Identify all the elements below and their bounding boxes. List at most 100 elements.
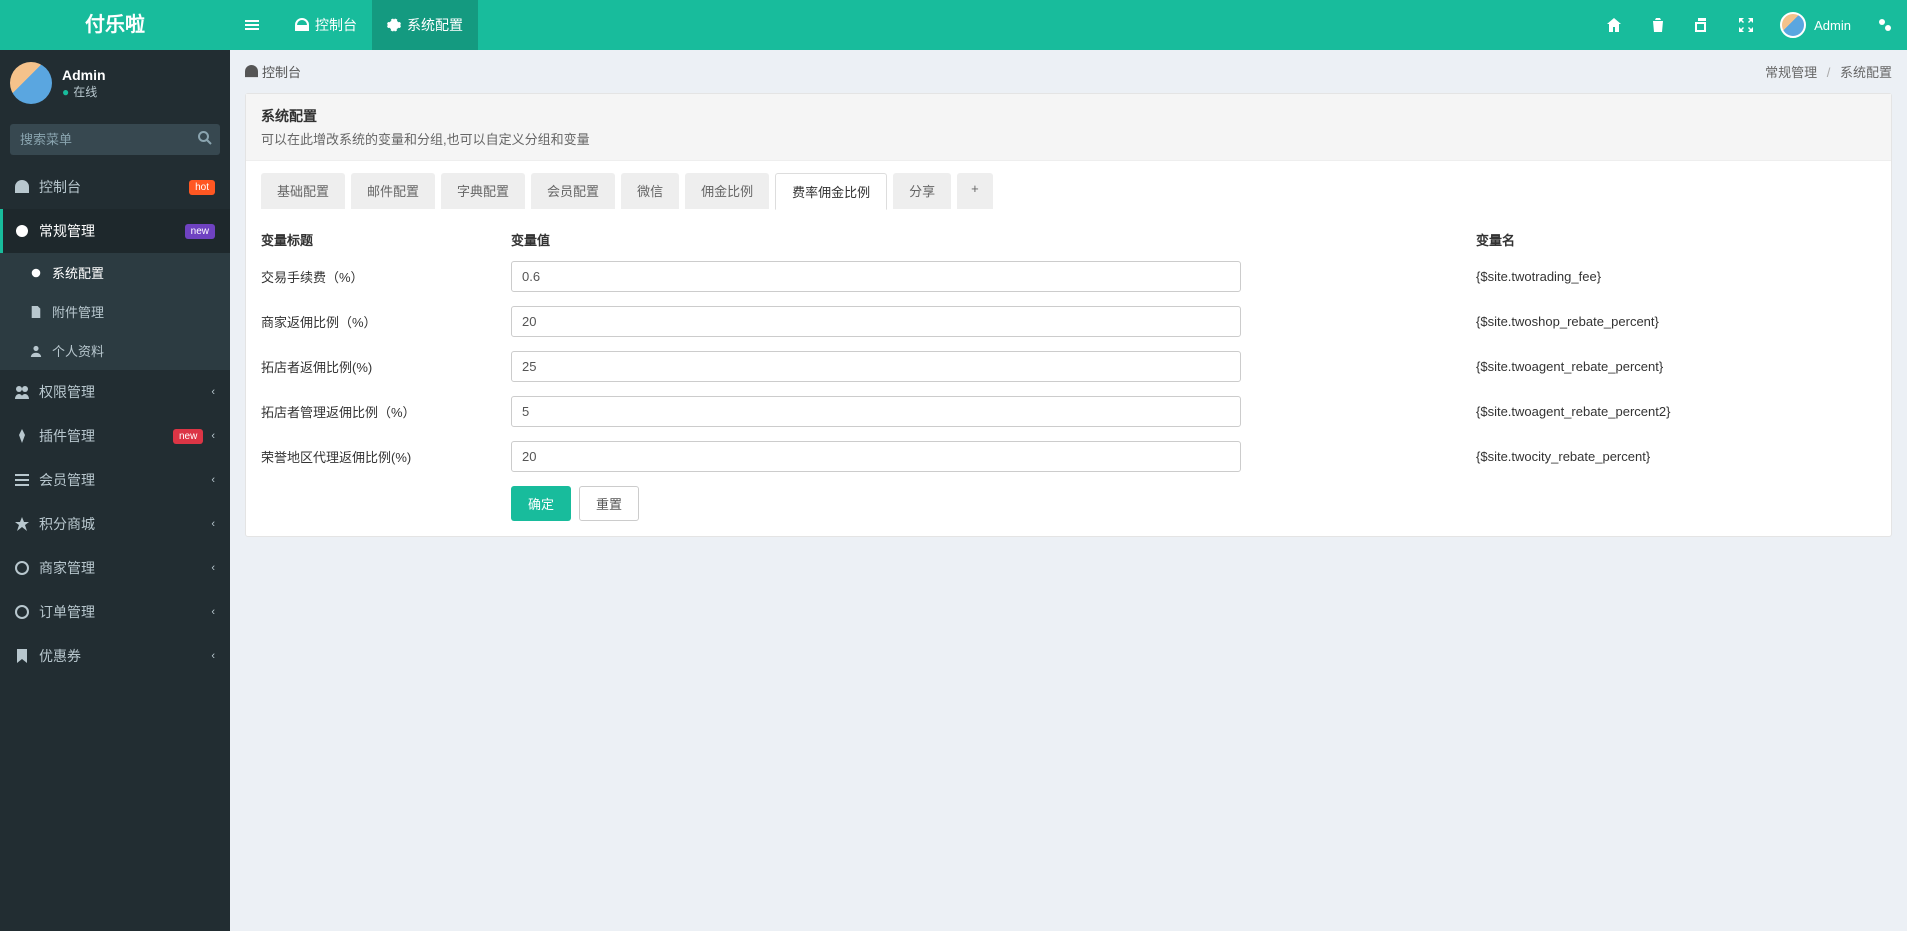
row-value-input[interactable] [511,351,1241,382]
avatar-icon [1780,12,1806,38]
menu-order[interactable]: 订单管理‹ [0,590,230,634]
row-name: {$site.twocity_rebate_percent} [1476,449,1876,464]
search-icon[interactable] [198,131,212,148]
row-value-input[interactable] [511,396,1241,427]
menu-mall[interactable]: 积分商城‹ [0,502,230,546]
chevron-left-icon: ‹ [211,474,215,486]
nav-console-button[interactable]: 控制台 [280,0,372,50]
chevron-left-icon: ‹ [211,606,215,618]
user-icon [30,345,42,357]
row-name: {$site.twoagent_rebate_percent2} [1476,404,1876,419]
badge-hot: hot [189,180,215,195]
table-row: 拓店者返佣比例(%) {$site.twoagent_rebate_percen… [261,351,1876,382]
plus-icon: + [971,181,979,196]
config-box: 系统配置 可以在此增改系统的变量和分组,也可以自定义分组和变量 基础配置 邮件配… [245,93,1892,537]
avatar-icon [10,62,52,104]
breadcrumb-home[interactable]: 控制台 [245,62,301,81]
nav-fullscreen-button[interactable] [1724,0,1768,50]
submenu-sysconfig[interactable]: 系统配置 [0,253,230,292]
logo[interactable]: 付乐啦 [0,0,230,50]
row-value-input[interactable] [511,261,1241,292]
row-label: 荣誉地区代理返佣比例(%) [261,447,511,466]
nav-copy-button[interactable] [1680,0,1724,50]
row-value-input[interactable] [511,306,1241,337]
th-value: 变量值 [511,230,1241,249]
submit-button[interactable]: 确定 [511,486,571,521]
menu-shop[interactable]: 商家管理‹ [0,546,230,590]
dashboard-icon [295,18,309,32]
box-desc: 可以在此增改系统的变量和分组,也可以自定义分组和变量 [261,129,1876,148]
box-header: 系统配置 可以在此增改系统的变量和分组,也可以自定义分组和变量 [246,94,1891,161]
gear-icon [387,18,401,32]
tabs: 基础配置 邮件配置 字典配置 会员配置 微信 佣金比例 费率佣金比例 分享 + [246,161,1891,209]
row-label: 拓店者管理返佣比例（%） [261,402,511,421]
circle-icon [15,561,29,575]
tab-mail[interactable]: 邮件配置 [351,173,435,209]
user-status: 在线 [62,83,106,100]
tab-add-button[interactable]: + [957,173,993,209]
submenu-profile[interactable]: 个人资料 [0,331,230,370]
nav-user-label: Admin [1814,18,1851,33]
nav-sysconfig-button[interactable]: 系统配置 [372,0,478,50]
submenu-attach[interactable]: 附件管理 [0,292,230,331]
nav-trash-button[interactable] [1636,0,1680,50]
group-icon [15,385,29,399]
sidebar-menu: 控制台hot 常规管理new 系统配置 附件管理 个人资料 权限管理‹ 插件管理… [0,165,230,678]
row-label: 交易手续费（%） [261,267,511,286]
search-input[interactable] [10,124,220,155]
nav-home-button[interactable] [1592,0,1636,50]
form-actions: 确定 重置 [511,486,1876,521]
tab-dict[interactable]: 字典配置 [441,173,525,209]
nav-sysconfig-label: 系统配置 [407,15,463,35]
chevron-left-icon: ‹ [211,430,215,442]
tab-member[interactable]: 会员配置 [531,173,615,209]
breadcrumb-path1[interactable]: 常规管理 [1765,65,1817,80]
bookmark-icon [15,649,29,663]
nav-console-label: 控制台 [315,15,357,35]
nav-user-button[interactable]: Admin [1768,12,1863,38]
nav-gears-button[interactable] [1863,0,1907,50]
content: 控制台 常规管理 / 系统配置 系统配置 可以在此增改系统的变量和分组,也可以自… [230,50,1907,931]
reset-button[interactable]: 重置 [579,486,639,521]
chevron-left-icon: ‹ [211,386,215,398]
row-label: 商家返佣比例（%） [261,312,511,331]
list-icon [15,473,29,487]
menu-plugin[interactable]: 插件管理new‹ [0,414,230,458]
nav-toggle-button[interactable] [230,0,280,50]
table-row: 商家返佣比例（%） {$site.twoshop_rebate_percent} [261,306,1876,337]
star-icon [15,517,29,531]
circle-icon [15,605,29,619]
th-name: 变量名 [1476,230,1876,249]
row-value-input[interactable] [511,441,1241,472]
copy-icon [1695,18,1709,32]
menu-general[interactable]: 常规管理new [0,209,230,253]
gears-icon [1878,18,1892,32]
box-title: 系统配置 [261,106,1876,126]
user-panel[interactable]: Admin 在线 [0,50,230,116]
file-icon [30,306,42,318]
table-header: 变量标题 变量值 变量名 [261,224,1876,261]
tab-wechat[interactable]: 微信 [621,173,679,209]
menu-coupon[interactable]: 优惠券‹ [0,634,230,678]
table-row: 拓店者管理返佣比例（%） {$site.twoagent_rebate_perc… [261,396,1876,427]
tab-rate-commission[interactable]: 费率佣金比例 [775,173,887,210]
breadcrumb-path2[interactable]: 系统配置 [1840,65,1892,80]
badge-new: new [185,224,215,239]
top-header: 付乐啦 控制台 系统配置 Admin [0,0,1907,50]
row-label: 拓店者返佣比例(%) [261,357,511,376]
tab-commission[interactable]: 佣金比例 [685,173,769,209]
dashboard-icon [15,180,29,194]
badge-new: new [173,429,203,444]
top-nav: 控制台 系统配置 Admin [230,0,1907,50]
tab-share[interactable]: 分享 [893,173,951,209]
row-name: {$site.twoagent_rebate_percent} [1476,359,1876,374]
gear-icon [30,267,42,279]
expand-icon [1739,18,1753,32]
menu-console[interactable]: 控制台hot [0,165,230,209]
tab-basic[interactable]: 基础配置 [261,173,345,209]
menu-member[interactable]: 会员管理‹ [0,458,230,502]
nav-right: Admin [1592,0,1907,50]
table-row: 荣誉地区代理返佣比例(%) {$site.twocity_rebate_perc… [261,441,1876,472]
menu-auth[interactable]: 权限管理‹ [0,370,230,414]
row-name: {$site.twotrading_fee} [1476,269,1876,284]
